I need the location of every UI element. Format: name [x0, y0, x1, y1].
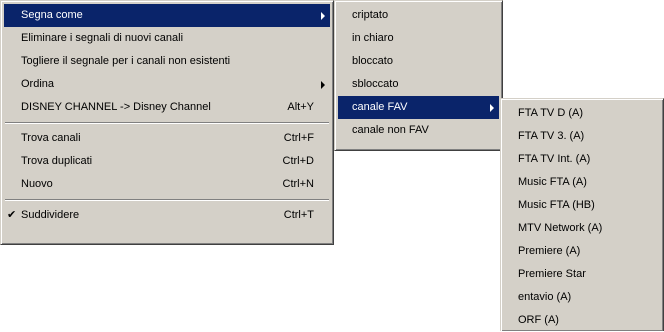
menu-item-togliere-segnale[interactable]: Togliere il segnale per i canali non esi… [4, 50, 330, 73]
menu-item-label: Nuovo [21, 178, 53, 190]
menu-item-fav-list[interactable]: Premiere Star [504, 263, 660, 286]
menu-item-fav-list[interactable]: MTV Network (A) [504, 217, 660, 240]
menu-item-shortcut: Ctrl+D [282, 155, 314, 167]
menu-item-label: Trova duplicati [21, 155, 93, 167]
menu-item-label: Suddividere [21, 209, 80, 221]
menu-item-label: sbloccato [352, 78, 399, 90]
menu-item-fav-list[interactable]: FTA TV Int. (A) [504, 148, 660, 171]
menu-item-canale-non-fav[interactable]: canale non FAV [338, 119, 499, 142]
menu-item-ordina[interactable]: Ordina [4, 73, 330, 96]
menu-item-label: FTA TV Int. (A) [518, 153, 591, 165]
menu-item-label: Ordina [21, 78, 55, 90]
menu-item-shortcut: Ctrl+F [283, 132, 314, 144]
menu-item-shortcut: Ctrl+T [283, 209, 314, 221]
menu-item-label: Togliere il segnale per i canali non esi… [21, 55, 231, 67]
menu-item-label: DISNEY CHANNEL -> Disney Channel [21, 101, 211, 113]
menu-item-fav-list[interactable]: FTA TV 3. (A) [504, 125, 660, 148]
menu-item-label: Music FTA (A) [518, 176, 587, 188]
menu-item-fav-list[interactable]: Premiere (A) [504, 240, 660, 263]
menu-item-label: Music FTA (HB) [518, 199, 595, 211]
menu-item-label: FTA TV D (A) [518, 107, 583, 119]
menu-item-label: bloccato [352, 55, 393, 67]
menu-item-label: criptato [352, 9, 389, 21]
submenu-arrow-icon [321, 81, 325, 89]
menu-item-suddividere[interactable]: ✔ Suddividere Ctrl+T [4, 204, 330, 227]
menu-item-label: Premiere Star [518, 268, 586, 280]
menu-item-label: FTA TV 3. (A) [518, 130, 585, 142]
submenu-arrow-icon [490, 104, 494, 112]
submenu-arrow-icon [321, 12, 325, 20]
menu-item-fav-list[interactable]: FTA TV D (A) [504, 102, 660, 125]
menu-item-fav-list[interactable]: Music FTA (A) [504, 171, 660, 194]
menu-item-eliminare-segnali[interactable]: Eliminare i segnali di nuovi canali [4, 27, 330, 50]
menu-item-canale-fav[interactable]: canale FAV [338, 96, 499, 119]
menu-item-fav-list[interactable]: Music FTA (HB) [504, 194, 660, 217]
menu-item-nuovo[interactable]: Nuovo Ctrl+N [4, 173, 330, 196]
menu-item-fav-list[interactable]: entavio (A) [504, 286, 660, 309]
menu-item-label: MTV Network (A) [518, 222, 603, 234]
menu-item-fav-list[interactable]: ORF (A) [504, 309, 660, 332]
submenu-canale-fav: FTA TV D (A) FTA TV 3. (A) FTA TV Int. (… [500, 98, 664, 331]
menu-item-sbloccato[interactable]: sbloccato [338, 73, 499, 96]
menu-item-trova-canali[interactable]: Trova canali Ctrl+F [4, 127, 330, 150]
menu-item-segna-come[interactable]: Segna come [4, 4, 330, 27]
checkmark-icon: ✔ [7, 209, 17, 221]
submenu-segna-come: criptato in chiaro bloccato sbloccato ca… [334, 0, 503, 151]
menu-item-label: canale non FAV [352, 124, 429, 136]
menu-item-rename-channel[interactable]: DISNEY CHANNEL -> Disney Channel Alt+Y [4, 96, 330, 119]
menu-item-label: Segna come [21, 9, 83, 21]
menu-item-trova-duplicati[interactable]: Trova duplicati Ctrl+D [4, 150, 330, 173]
menu-separator [5, 199, 329, 201]
menu-item-criptato[interactable]: criptato [338, 4, 499, 27]
menu-item-label: Trova canali [21, 132, 81, 144]
menu-separator [5, 122, 329, 124]
menu-item-shortcut: Ctrl+N [282, 178, 314, 190]
menu-item-label: Premiere (A) [518, 245, 581, 257]
menu-item-shortcut: Alt+Y [287, 101, 314, 113]
menu-item-label: ORF (A) [518, 314, 559, 326]
context-menu: Segna come Eliminare i segnali di nuovi … [0, 0, 334, 245]
menu-item-bloccato[interactable]: bloccato [338, 50, 499, 73]
menu-item-in-chiaro[interactable]: in chiaro [338, 27, 499, 50]
menu-item-label: canale FAV [352, 101, 408, 113]
menu-item-label: in chiaro [352, 32, 394, 44]
menu-item-label: Eliminare i segnali di nuovi canali [21, 32, 184, 44]
menu-item-label: entavio (A) [518, 291, 572, 303]
